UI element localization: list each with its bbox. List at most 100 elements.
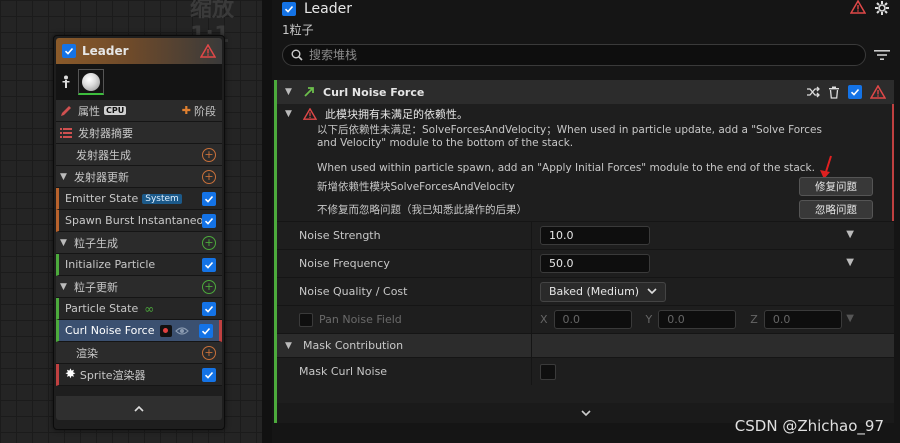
chevron-down-icon[interactable]: ▼ [846, 313, 854, 324]
filter-icon[interactable] [874, 49, 890, 61]
fix-issue-button[interactable]: 修复问题 [799, 177, 873, 196]
module-particle-state[interactable]: Particle State ∞ [56, 298, 222, 320]
dependency-message-line2: When used within particle spawn, add an … [317, 162, 815, 174]
chevron-down-icon[interactable]: ▼ [60, 172, 70, 182]
properties-label: 属性 [78, 104, 100, 118]
fix-issue-text: 新增依赖性模块SolveForcesAndVelocity [317, 181, 515, 193]
particle-update-row[interactable]: ▼ 粒子更新 + [56, 276, 222, 298]
checkmark-icon [201, 327, 211, 335]
warning-icon[interactable] [200, 44, 216, 58]
module-emitter-state[interactable]: Emitter State System [56, 188, 222, 210]
particle-spawn-row[interactable]: ▼ 粒子生成 + [56, 232, 222, 254]
ignore-issue-button[interactable]: 忽略问题 [799, 200, 873, 219]
emitter-summary-row[interactable]: 发射器摘要 [56, 122, 222, 144]
x-input[interactable]: 0.0 [553, 310, 632, 329]
emitter-update-row[interactable]: ▼ 发射器更新 + [56, 166, 222, 188]
checkmark-icon [204, 195, 214, 203]
stage-button[interactable]: 阶段 [194, 103, 216, 119]
emitter-enabled-checkbox[interactable] [282, 2, 296, 16]
search-input[interactable] [309, 48, 857, 62]
noise-quality-row: Noise Quality / Cost Baked (Medium) [277, 277, 894, 305]
module-label: Particle State [65, 302, 139, 315]
mask-curl-noise-label: Mask Curl Noise [277, 358, 532, 385]
chevron-down-icon[interactable]: ▼ [60, 238, 70, 248]
add-module-icon[interactable]: + [202, 235, 216, 250]
details-header: Leader 1粒子 [272, 0, 900, 40]
checkmark-icon [204, 261, 214, 269]
properties-row[interactable]: 属性 CPU ✚ 阶段 [56, 100, 222, 122]
render-row[interactable]: 渲染 + [56, 342, 222, 364]
chevron-down-icon[interactable]: ▼ [60, 282, 70, 292]
gear-icon[interactable] [874, 0, 890, 16]
module-sprite-renderer[interactable]: ✸ Sprite渲染器 [56, 364, 222, 386]
checkmark-icon [64, 47, 74, 55]
module-header[interactable]: ▼ Curl Noise Force [277, 80, 894, 104]
noise-frequency-row: Noise Frequency 50.0 ▼ [277, 249, 894, 277]
collapse-node-button[interactable] [56, 396, 222, 420]
module-enabled-checkbox[interactable] [848, 85, 862, 99]
module-enabled-checkbox[interactable] [202, 213, 216, 228]
mask-curl-noise-checkbox[interactable] [540, 363, 556, 380]
module-label: Spawn Burst Instantaneous [65, 214, 202, 227]
module-enabled-checkbox[interactable] [202, 257, 216, 272]
module-arrow-icon [304, 87, 314, 97]
noise-frequency-input[interactable]: 50.0 [540, 254, 650, 273]
particle-update-label: 粒子更新 [74, 280, 118, 294]
add-module-icon[interactable]: + [202, 345, 216, 360]
emitter-spawn-row[interactable]: 发射器生成 + [56, 144, 222, 166]
shuffle-icon[interactable] [806, 86, 820, 98]
module-enabled-checkbox[interactable] [202, 367, 216, 382]
pan-noise-checkbox[interactable] [299, 312, 313, 327]
pan-noise-row: Pan Noise Field X 0.0 Y 0.0 Z 0.0 ▼ [277, 305, 894, 333]
chevron-down-icon[interactable]: ▼ [846, 229, 854, 240]
cpu-tag: CPU [104, 106, 127, 115]
search-box[interactable] [282, 44, 866, 66]
mask-contribution-section[interactable]: ▼ Mask Contribution [277, 333, 894, 357]
add-module-icon[interactable]: + [202, 169, 216, 184]
node-enabled-checkbox[interactable] [62, 44, 76, 58]
graph-panel[interactable]: 缩放1:1 Leader 属性 CPU [0, 0, 262, 443]
particle-count: 1粒子 [282, 23, 314, 37]
add-module-icon[interactable]: + [202, 147, 216, 162]
trash-icon[interactable] [828, 86, 840, 99]
module-spawn-burst[interactable]: Spawn Burst Instantaneous [56, 210, 222, 232]
mask-contribution-label: Mask Contribution [303, 339, 404, 352]
material-thumbnail[interactable] [78, 69, 104, 95]
noise-quality-dropdown[interactable]: Baked (Medium) [540, 281, 667, 302]
warning-icon[interactable] [870, 85, 886, 99]
module-enabled-checkbox[interactable] [202, 301, 216, 316]
chevron-down-icon[interactable]: ▼ [846, 257, 854, 268]
warning-icon [303, 108, 317, 120]
module-enabled-checkbox[interactable] [202, 191, 216, 206]
chevron-down-icon[interactable]: ▼ [285, 87, 295, 97]
z-input[interactable]: 0.0 [763, 310, 842, 329]
pan-noise-label: Pan Noise Field [319, 313, 402, 326]
noise-strength-input[interactable]: 10.0 [540, 226, 650, 245]
chevron-down-icon[interactable]: ▼ [285, 341, 295, 351]
module-enabled-checkbox[interactable] [199, 323, 213, 338]
node-header[interactable]: Leader [56, 38, 222, 64]
chevron-up-icon [134, 405, 144, 412]
panel-splitter[interactable] [262, 0, 272, 443]
dependency-message-line1: 以下后依赖性未满足：SolveForcesAndVelocity；When us… [317, 124, 822, 149]
plus-icon: ✚ [181, 104, 191, 117]
dependency-title: 此模块拥有未满足的依赖性。 [325, 108, 468, 121]
search-icon [291, 49, 303, 61]
noise-strength-label: Noise Strength [277, 222, 532, 249]
module-curl-noise-force[interactable]: Curl Noise Force [56, 320, 222, 342]
x-label: X [540, 313, 548, 326]
warning-icon[interactable] [850, 0, 866, 14]
module-label: Emitter State [65, 192, 139, 205]
chevron-down-icon[interactable]: ▼ [285, 109, 295, 119]
noise-strength-row: Noise Strength 10.0 ▼ [277, 221, 894, 249]
module-label: Curl Noise Force [65, 324, 155, 337]
module-initialize-particle[interactable]: Initialize Particle [56, 254, 222, 276]
emitter-node[interactable]: Leader 属性 CPU ✚ 阶段 发射器摘要 发射器生成 + ▼ 发射器更新… [53, 35, 225, 430]
y-input[interactable]: 0.0 [658, 310, 737, 329]
checkmark-icon [204, 217, 214, 225]
add-module-icon[interactable]: + [202, 279, 216, 294]
person-icon [62, 75, 70, 88]
eye-icon[interactable] [175, 326, 189, 336]
module-label: Initialize Particle [65, 258, 156, 271]
details-panel: Leader 1粒子 ▼ [272, 0, 900, 443]
